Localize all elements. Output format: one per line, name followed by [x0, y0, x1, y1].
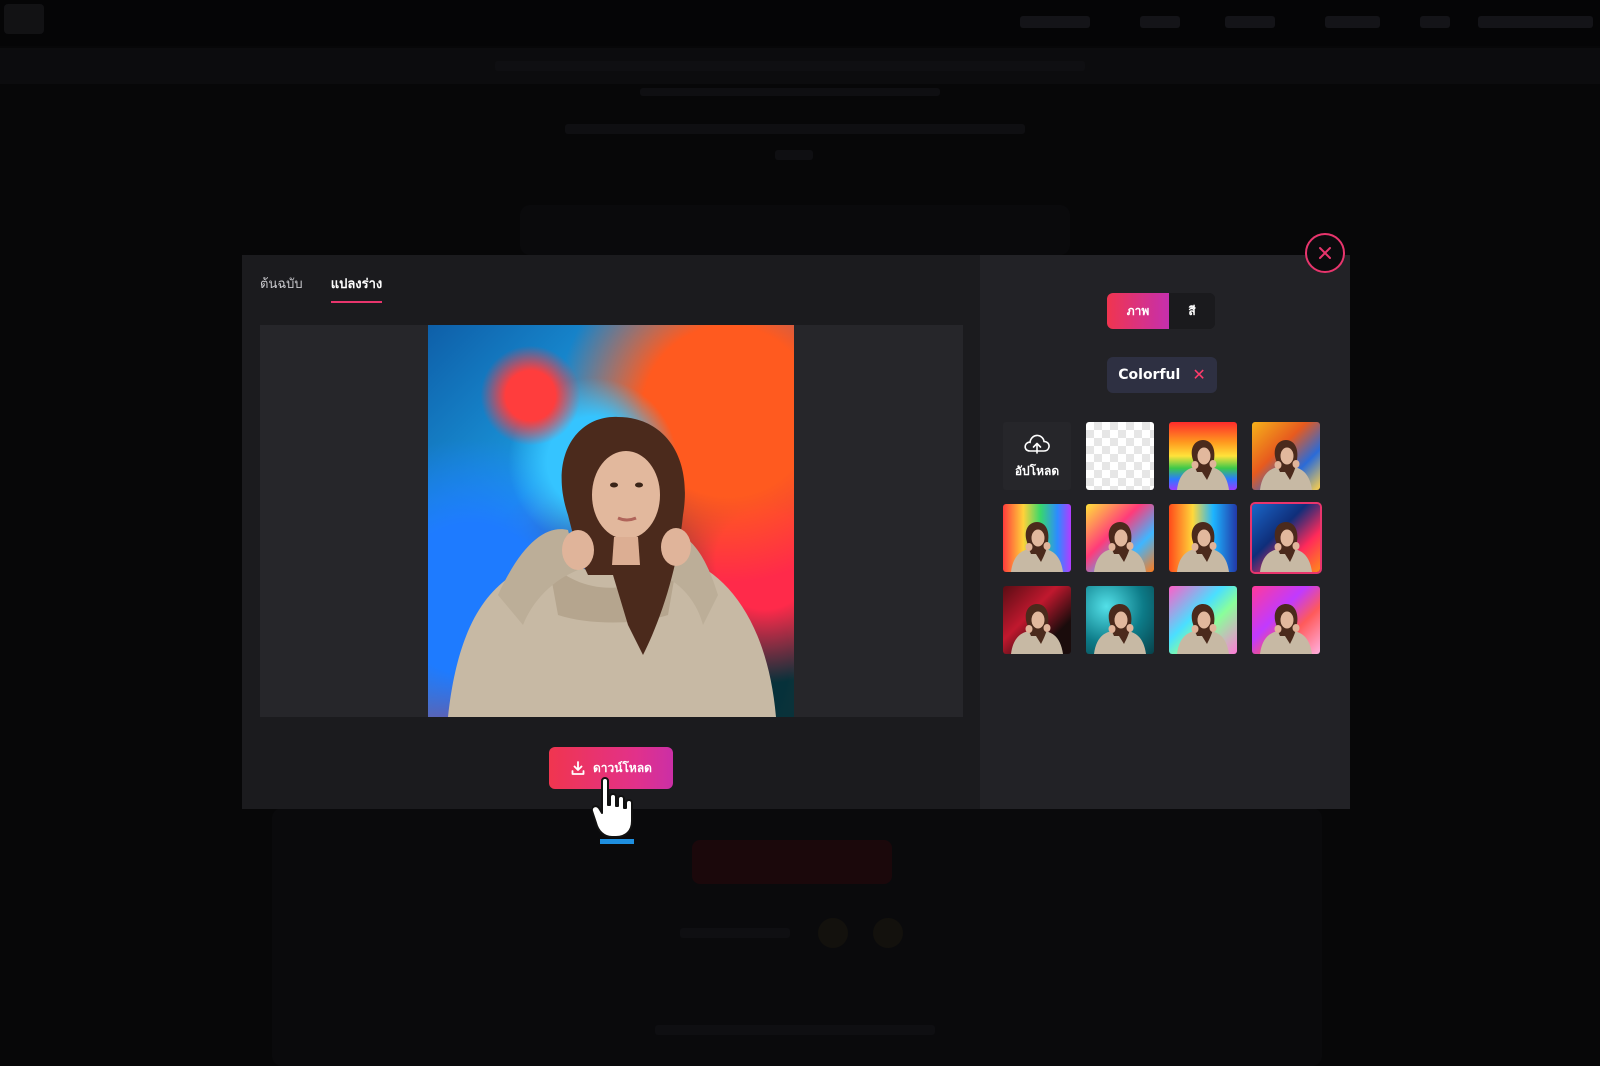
background-editor-modal: ต้นฉบับ แปลงร่าง ดาวน์โหลด ภาพ สี Colorf… [242, 255, 1350, 844]
color-mode-button[interactable]: สี [1169, 293, 1215, 329]
person-thumbnail [1177, 604, 1229, 654]
hand-pointer-icon [592, 777, 634, 844]
background-tile[interactable] [1003, 586, 1071, 654]
person-thumbnail [1011, 604, 1063, 654]
person-thumbnail [1094, 522, 1146, 572]
preview-pane: ต้นฉบับ แปลงร่าง ดาวน์โหลด [242, 255, 980, 844]
tab-original[interactable]: ต้นฉบับ [260, 273, 303, 303]
background-tile[interactable] [1169, 422, 1237, 490]
person-thumbnail [1094, 604, 1146, 654]
cloud-upload-icon [1024, 434, 1050, 454]
person-thumbnail [1011, 522, 1063, 572]
background-type-toggle: ภาพ สี [1107, 293, 1215, 329]
person-thumbnail [1177, 522, 1229, 572]
background-tile[interactable] [1169, 504, 1237, 572]
background-tile[interactable] [1086, 504, 1154, 572]
clear-filter-icon[interactable]: ✕ [1192, 367, 1205, 383]
background-grid: อัปโหลด [1003, 422, 1322, 654]
view-tabs: ต้นฉบับ แปลงร่าง [260, 273, 383, 303]
category-filter-chip: Colorful ✕ [1107, 357, 1217, 393]
result-image [428, 325, 794, 717]
background-options-pane: ภาพ สี Colorful ✕ อัปโหลด [980, 255, 1350, 809]
upload-label: อัปโหลด [1014, 463, 1060, 478]
background-tile[interactable] [1169, 586, 1237, 654]
close-icon [1319, 247, 1331, 259]
upload-background-tile[interactable]: อัปโหลด [1003, 422, 1071, 490]
preview-canvas [260, 325, 963, 717]
person-thumbnail [1177, 440, 1229, 490]
close-button[interactable] [1305, 233, 1345, 273]
background-tile[interactable] [1252, 586, 1320, 654]
category-filter-label: Colorful [1118, 367, 1181, 383]
download-icon [571, 761, 585, 775]
transparent-background-tile[interactable] [1086, 422, 1154, 490]
background-tile[interactable] [1086, 586, 1154, 654]
tab-transformed[interactable]: แปลงร่าง [330, 273, 383, 303]
person-thumbnail [1260, 604, 1312, 654]
person-thumbnail [1260, 522, 1312, 572]
background-tile-selected[interactable] [1250, 502, 1322, 574]
background-tile[interactable] [1003, 504, 1071, 572]
background-tile[interactable] [1252, 422, 1320, 490]
image-mode-button[interactable]: ภาพ [1107, 293, 1169, 329]
person-thumbnail [1260, 440, 1312, 490]
person-cutout [448, 416, 776, 717]
